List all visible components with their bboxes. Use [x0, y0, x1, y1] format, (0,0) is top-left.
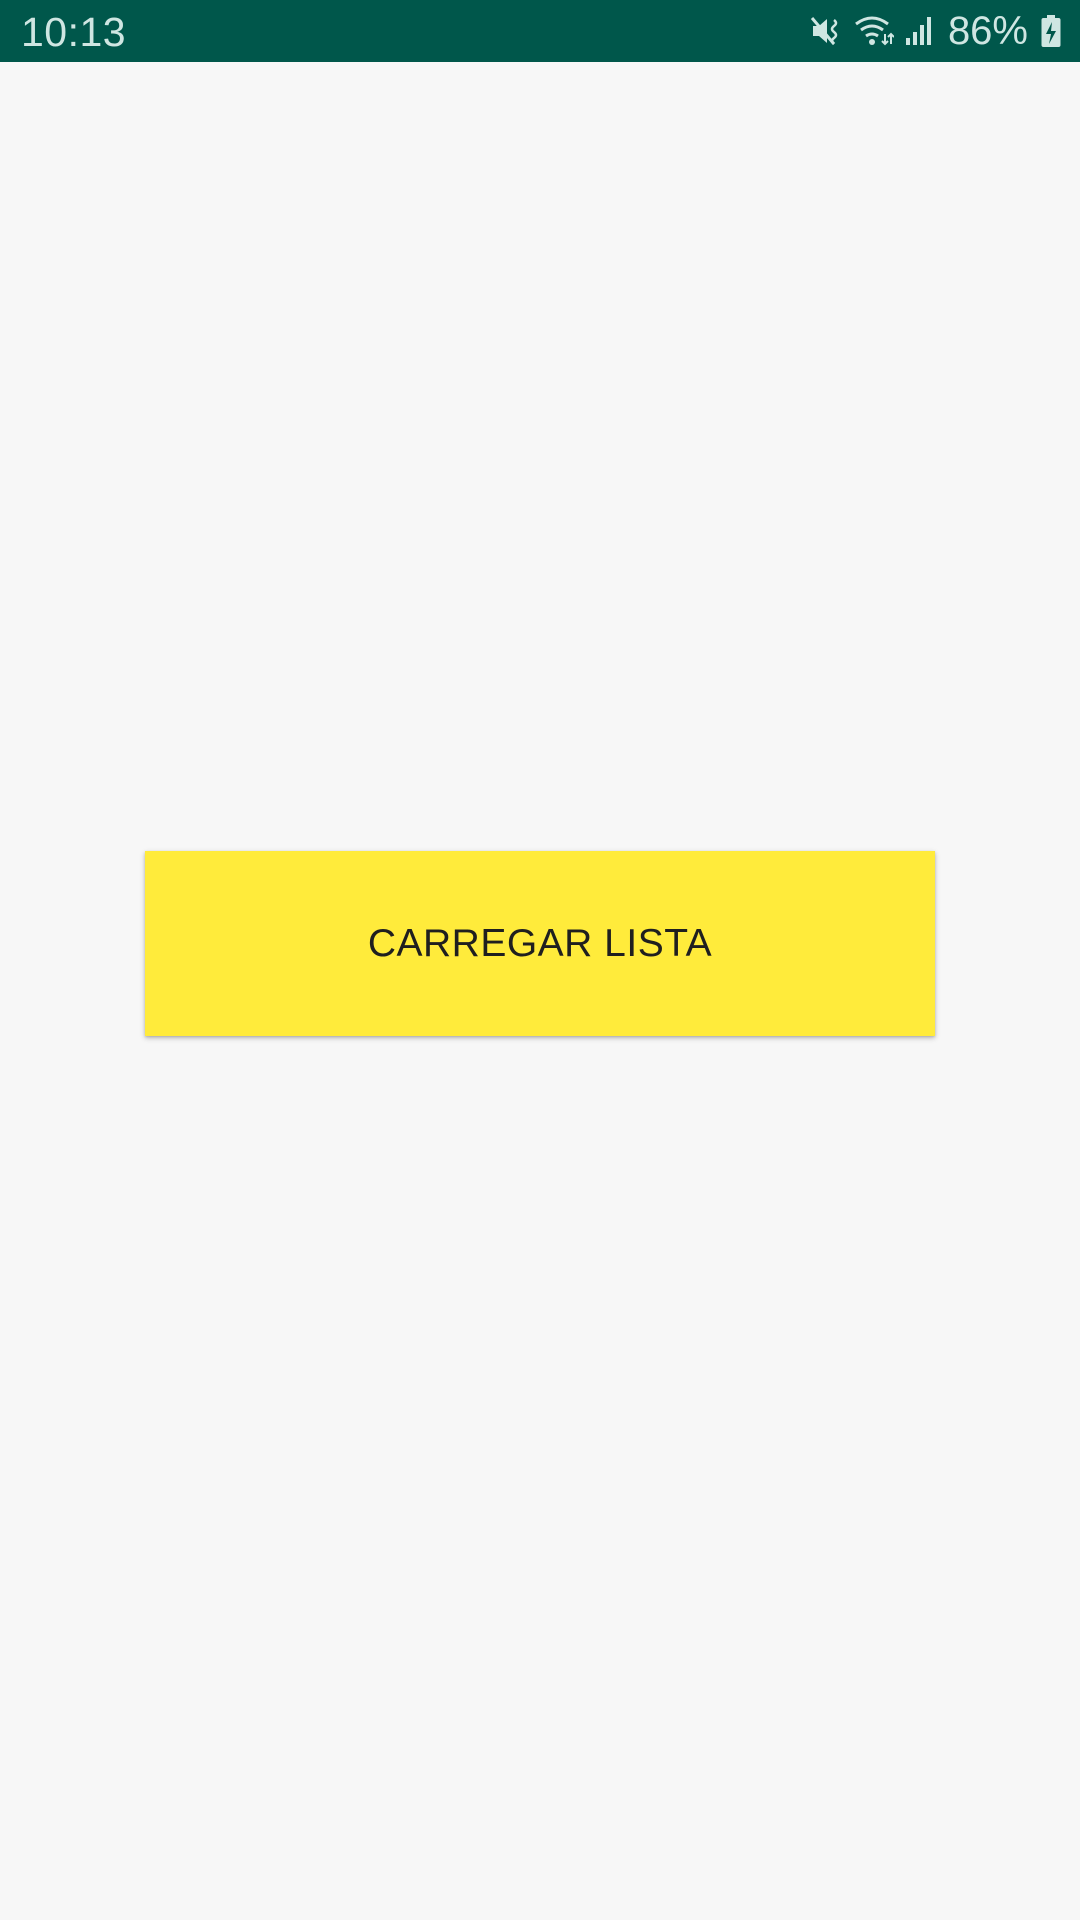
status-bar: 10:13 86% [0, 0, 1080, 62]
mute-vibrate-icon [810, 17, 838, 45]
load-list-button[interactable]: CARREGAR LISTA [145, 851, 935, 1036]
status-time: 10:13 [21, 9, 127, 55]
wifi-icon [855, 16, 894, 46]
load-list-button-label: CARREGAR LISTA [367, 921, 713, 965]
battery-percent: 86% [947, 9, 1028, 53]
status-icons: 86% [810, 0, 1062, 62]
cell-signal-icon [905, 17, 931, 45]
battery-charging-icon [1041, 15, 1061, 47]
main-content: CARREGAR LISTA [0, 62, 1080, 1920]
